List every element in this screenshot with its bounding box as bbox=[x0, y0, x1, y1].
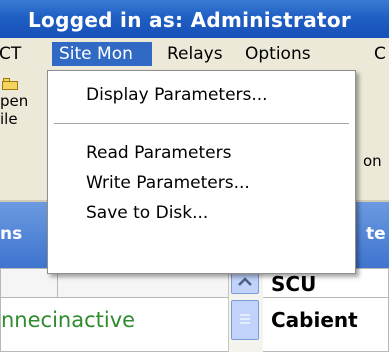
folder-icon bbox=[2, 78, 18, 90]
menu-item-save-to-disk[interactable]: Save to Disk... bbox=[48, 199, 355, 227]
column-header-left[interactable]: ns bbox=[0, 224, 22, 244]
cell-scu: SCU bbox=[271, 272, 317, 296]
arrow-up-icon bbox=[238, 277, 252, 286]
menu-item-display-parameters[interactable]: Display Parameters... bbox=[48, 81, 355, 109]
window-title: Logged in as: Administrator bbox=[28, 8, 352, 32]
menu-c[interactable]: C bbox=[367, 42, 389, 66]
open-file-label-line2: ile bbox=[0, 110, 18, 128]
scroll-grip-icon bbox=[240, 314, 250, 324]
title-bar: Logged in as: Administrator bbox=[0, 0, 389, 38]
cell-cabient: Cabient bbox=[271, 308, 358, 332]
table-cell[interactable]: Cabient bbox=[262, 297, 389, 352]
open-file-button[interactable]: pen ile bbox=[0, 78, 40, 138]
column-header-right[interactable]: te bbox=[366, 224, 386, 244]
vertical-scrollbar[interactable] bbox=[228, 268, 263, 352]
menu-item-read-parameters[interactable]: Read Parameters bbox=[48, 139, 355, 167]
menu-options[interactable]: Options bbox=[238, 42, 318, 66]
scroll-thumb[interactable] bbox=[231, 300, 259, 340]
menu-ct[interactable]: CT bbox=[0, 42, 28, 66]
menu-bar: CT Site Mon Relays Options C bbox=[0, 38, 389, 71]
menu-site-mon[interactable]: Site Mon bbox=[52, 42, 152, 66]
site-mon-dropdown-menu: Display Parameters... Read Parameters Wr… bbox=[47, 70, 356, 274]
menu-item-write-parameters[interactable]: Write Parameters... bbox=[48, 169, 355, 197]
grid-body: nnecinactive SCU Cabient bbox=[0, 268, 389, 352]
toolbar-button-right[interactable]: on bbox=[363, 152, 382, 170]
menu-separator bbox=[54, 123, 349, 124]
open-file-label-line1: pen bbox=[0, 92, 29, 110]
menu-relays[interactable]: Relays bbox=[160, 42, 230, 66]
table-cell[interactable]: nnecinactive bbox=[0, 297, 229, 352]
status-text: nnecinactive bbox=[1, 308, 136, 332]
